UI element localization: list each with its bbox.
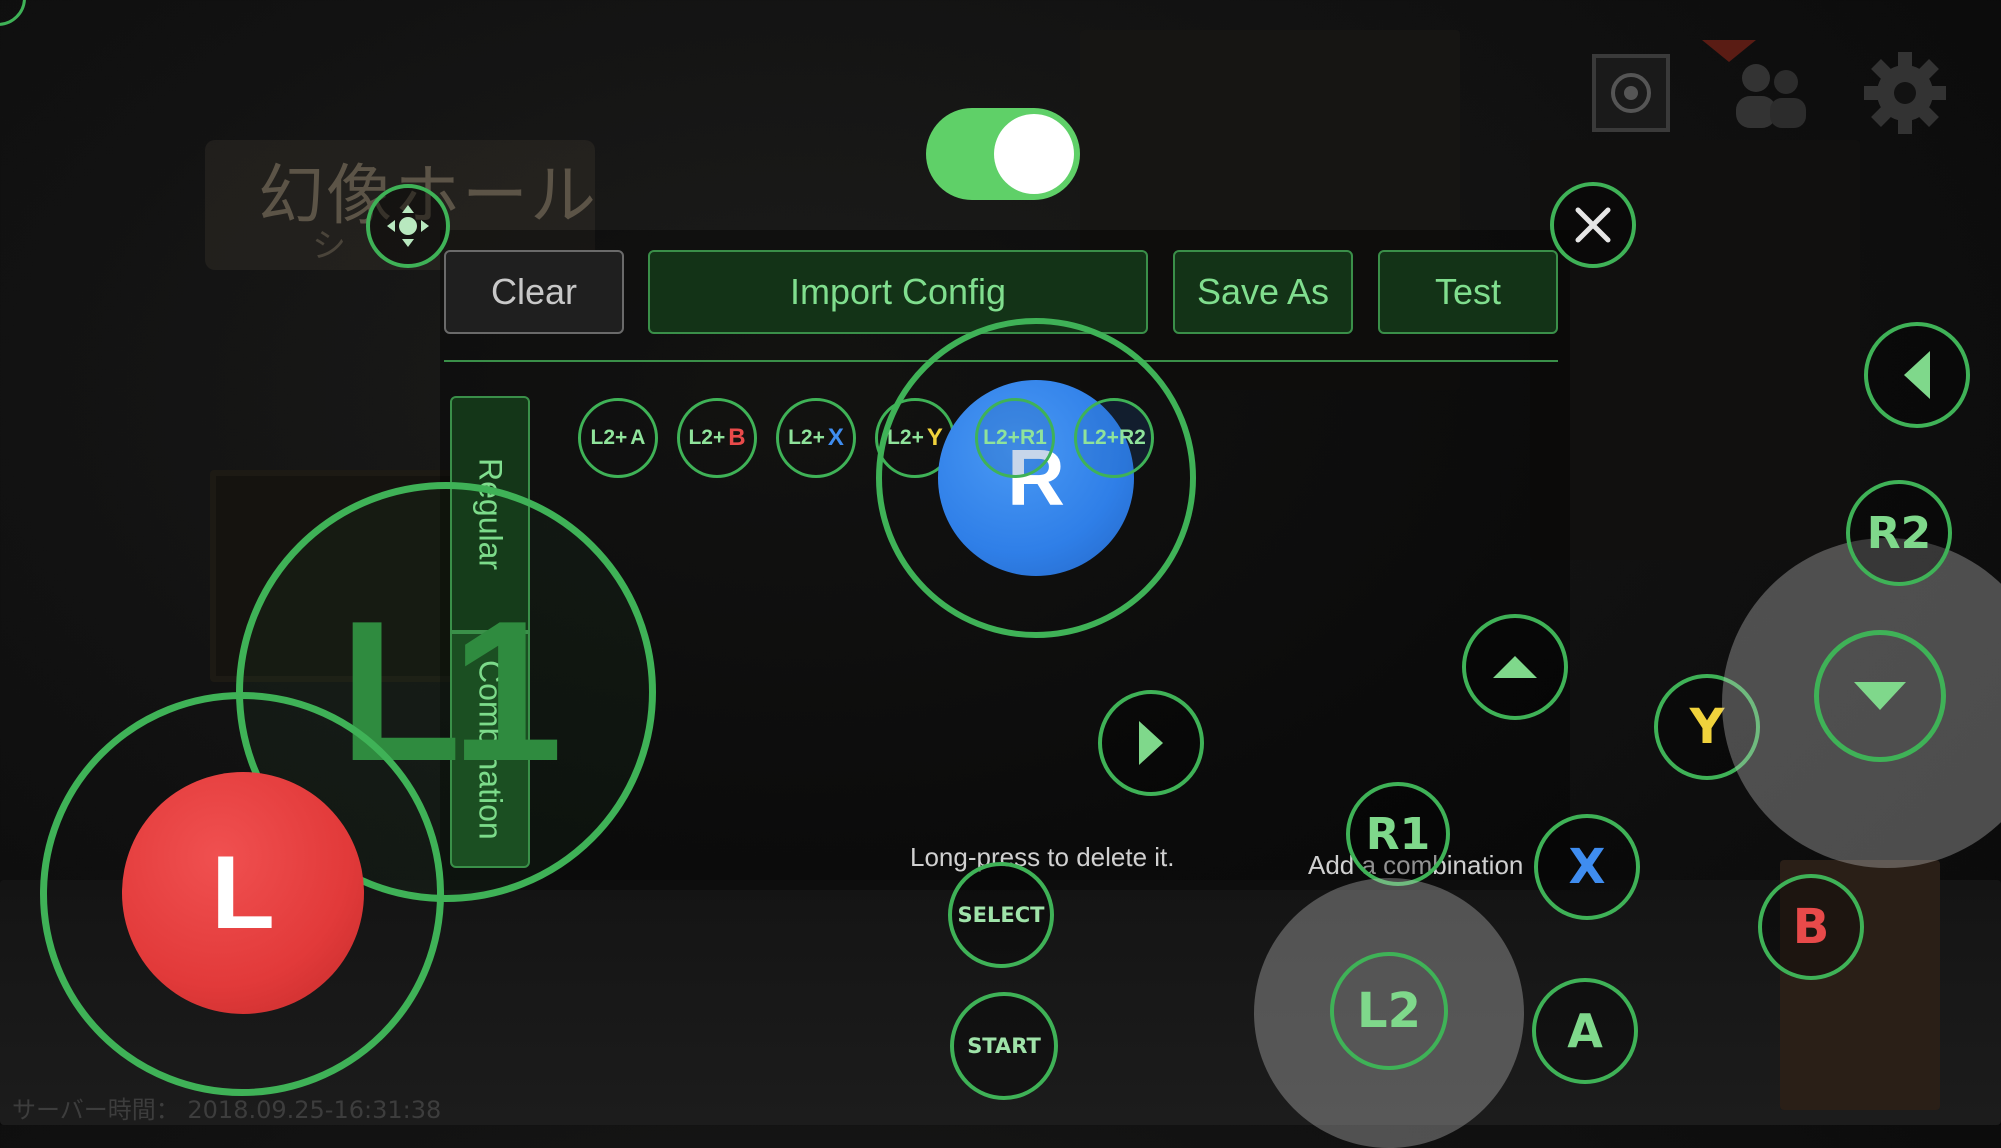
r1-button[interactable]: R1	[1346, 782, 1450, 886]
combo-key: A	[630, 426, 646, 449]
arrow-left-icon	[1904, 351, 1930, 399]
close-button[interactable]	[1550, 182, 1636, 268]
combo-key: B	[728, 424, 746, 451]
clear-button[interactable]: Clear	[444, 250, 624, 334]
l2-label: L2	[1357, 983, 1421, 1039]
arrow-right-icon	[1139, 721, 1163, 765]
hint-delete: Long-press to delete it.	[910, 842, 1175, 872]
combo-l2-b[interactable]: L2+ B	[677, 398, 757, 478]
move-handle-icon	[387, 205, 429, 247]
start-button[interactable]: START	[950, 992, 1058, 1100]
combo-key: X	[827, 424, 844, 451]
friends-icon	[1722, 58, 1814, 130]
emblem-icon	[1592, 54, 1670, 132]
dpad-right-button[interactable]	[1098, 690, 1204, 796]
select-label: SELECT	[957, 903, 1045, 927]
b-button[interactable]: B	[1758, 874, 1864, 980]
b-label: B	[1792, 899, 1830, 955]
combo-l2-r1[interactable]: L2+ R1	[975, 398, 1055, 478]
combo-l2-r2[interactable]: L2+ R2	[1074, 398, 1154, 478]
combo-l2-a[interactable]: L2+ A	[578, 398, 658, 478]
r2-label: R2	[1866, 507, 1932, 559]
move-handle[interactable]	[366, 184, 450, 268]
a-label: A	[1567, 1004, 1603, 1058]
combo-key: R1	[1019, 426, 1047, 449]
arrow-down-icon	[1854, 682, 1906, 710]
start-label: START	[967, 1034, 1041, 1058]
enable-toggle[interactable]	[926, 108, 1080, 200]
left-stick[interactable]: L	[122, 772, 364, 1014]
test-button[interactable]: Test	[1378, 250, 1558, 334]
arrow-up-icon	[1493, 656, 1537, 678]
dpad-left-button[interactable]	[1864, 322, 1970, 428]
close-icon	[1575, 207, 1611, 243]
x-button[interactable]: X	[1534, 814, 1640, 920]
combo-key: R2	[1118, 426, 1146, 449]
left-stick-label: L	[211, 834, 275, 951]
gear-icon	[1860, 48, 1950, 138]
save-as-button[interactable]: Save As	[1173, 250, 1353, 334]
a-button[interactable]: A	[1532, 978, 1638, 1084]
l2-button[interactable]: L2	[1330, 952, 1448, 1070]
corner-badge	[0, 0, 26, 26]
dpad-up-button[interactable]	[1462, 614, 1568, 720]
y-label: Y	[1689, 699, 1725, 755]
x-label: X	[1568, 839, 1606, 895]
r2-button[interactable]: R2	[1846, 480, 1952, 586]
combo-l2-x[interactable]: L2+ X	[776, 398, 856, 478]
select-button[interactable]: SELECT	[948, 862, 1054, 968]
hall-subtitle: シ	[312, 226, 346, 266]
dpad-down-button[interactable]	[1814, 630, 1946, 762]
r1-label: R1	[1365, 808, 1431, 860]
toggle-knob	[994, 114, 1074, 194]
